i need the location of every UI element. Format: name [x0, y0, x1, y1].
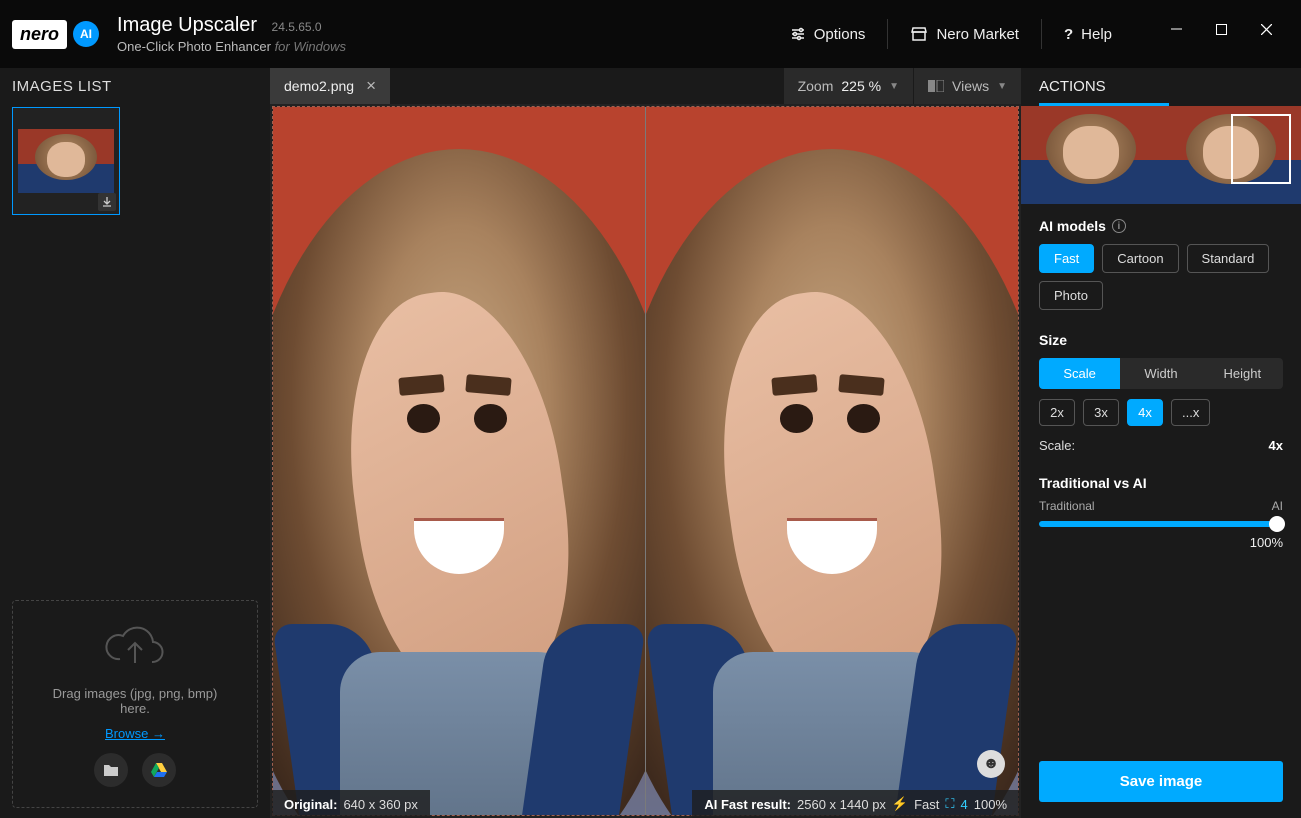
trad-right-label: AI — [1272, 499, 1283, 513]
app-subtitle: One-Click Photo Enhancer — [117, 39, 271, 54]
result-progress: 100% — [974, 797, 1007, 812]
zoom-label: Zoom — [798, 78, 834, 94]
scale-3x-button[interactable]: 3x — [1083, 399, 1119, 426]
result-scale: 4 — [961, 797, 968, 812]
scale-custom-button[interactable]: ...x — [1171, 399, 1210, 426]
dropzone-text-1: Drag images (jpg, png, bmp) — [23, 686, 247, 701]
nero-logo: nero — [12, 20, 67, 49]
maximize-icon — [1216, 24, 1227, 35]
tab-bar: demo2.png × Zoom 225 % ▼ Views ▼ — [270, 68, 1021, 104]
help-label: Help — [1081, 26, 1112, 43]
chevron-down-icon: ▼ — [997, 81, 1007, 92]
zoom-value: 225 % — [841, 78, 881, 94]
minimize-button[interactable] — [1154, 14, 1199, 44]
trad-value: 100% — [1039, 535, 1283, 550]
app-subtitle-suffix: for Windows — [275, 39, 346, 54]
result-info: AI Fast result: 2560 x 1440 px ⚡ Fast ⛶ … — [692, 790, 1019, 818]
close-button[interactable] — [1244, 14, 1289, 44]
model-photo-button[interactable]: Photo — [1039, 281, 1103, 310]
expand-icon: ⛶ — [945, 796, 954, 812]
trad-ai-slider[interactable] — [1039, 521, 1283, 527]
app-logo: nero AI — [12, 20, 99, 49]
size-tab-width[interactable]: Width — [1120, 358, 1201, 389]
ai-badge: AI — [73, 21, 99, 47]
ai-models-section: AI models i Fast Cartoon Standard Photo — [1039, 218, 1283, 310]
views-label: Views — [952, 78, 989, 94]
size-title: Size — [1039, 332, 1067, 348]
market-icon — [910, 26, 928, 42]
image-thumbnail[interactable] — [12, 107, 120, 215]
app-version: 24.5.65.0 — [272, 20, 322, 34]
traditional-vs-ai-section: Traditional vs AI Traditional AI 100% — [1039, 475, 1283, 550]
scale-4x-button[interactable]: 4x — [1127, 399, 1163, 426]
google-drive-button[interactable] — [142, 753, 176, 787]
model-standard-button[interactable]: Standard — [1187, 244, 1270, 273]
original-preview — [273, 107, 646, 815]
navigator-viewport[interactable] — [1231, 114, 1291, 184]
smiley-icon: ☻ — [983, 755, 1000, 773]
sliders-icon — [790, 26, 806, 42]
file-tab-label: demo2.png — [284, 78, 354, 94]
browse-link[interactable]: Browse → — [105, 726, 165, 741]
options-label: Options — [814, 26, 866, 43]
maximize-button[interactable] — [1199, 14, 1244, 44]
actions-title: ACTIONS — [1039, 78, 1283, 103]
scale-value: 4x — [1269, 438, 1283, 453]
zoom-control[interactable]: Zoom 225 % ▼ — [783, 68, 913, 104]
images-list-title: IMAGES LIST — [12, 78, 258, 95]
trad-left-label: Traditional — [1039, 499, 1095, 513]
navigator-preview[interactable] — [1021, 106, 1301, 204]
close-tab-button[interactable]: × — [366, 76, 376, 96]
dropzone[interactable]: Drag images (jpg, png, bmp) here. Browse… — [12, 600, 258, 808]
original-info: Original: 640 x 360 px — [272, 790, 430, 818]
slider-handle[interactable] — [1269, 516, 1285, 532]
size-tab-height[interactable]: Height — [1202, 358, 1283, 389]
help-button[interactable]: ? Help — [1042, 14, 1134, 54]
folder-picker-button[interactable] — [94, 753, 128, 787]
actions-panel: ACTIONS AI models i Fast Cartoon Standard… — [1021, 68, 1301, 818]
result-label: AI Fast result: — [704, 797, 791, 812]
dropzone-text-2: here. — [23, 701, 247, 716]
model-cartoon-button[interactable]: Cartoon — [1102, 244, 1178, 273]
chevron-down-icon: ▼ — [889, 81, 899, 92]
download-thumb-button[interactable] — [98, 193, 116, 211]
help-icon: ? — [1064, 26, 1073, 43]
titlebar: nero AI Image Upscaler 24.5.65.0 One-Cli… — [0, 0, 1301, 68]
app-title: Image Upscaler — [117, 14, 257, 37]
folder-icon — [103, 763, 119, 777]
info-icon[interactable]: i — [1112, 219, 1126, 233]
google-drive-icon — [151, 763, 167, 777]
scale-label: Scale: — [1039, 438, 1075, 453]
editor-area: demo2.png × Zoom 225 % ▼ Views ▼ — [270, 68, 1021, 818]
original-resolution: 640 x 360 px — [343, 797, 417, 812]
result-mode: Fast — [914, 797, 939, 812]
minimize-icon — [1171, 24, 1182, 35]
result-preview — [646, 107, 1018, 815]
model-fast-button[interactable]: Fast — [1039, 244, 1094, 273]
options-button[interactable]: Options — [768, 14, 888, 54]
size-section: Size Scale Width Height 2x 3x 4x ...x Sc… — [1039, 332, 1283, 453]
result-resolution: 2560 x 1440 px — [797, 797, 886, 812]
trad-title: Traditional vs AI — [1039, 475, 1147, 491]
bolt-icon: ⚡ — [892, 796, 908, 812]
size-tab-scale[interactable]: Scale — [1039, 358, 1120, 389]
split-view-icon — [928, 80, 944, 92]
save-image-button[interactable]: Save image — [1039, 761, 1283, 802]
original-label: Original: — [284, 797, 337, 812]
market-label: Nero Market — [936, 26, 1019, 43]
ai-models-title: AI models — [1039, 218, 1106, 234]
close-icon — [1261, 24, 1272, 35]
cloud-upload-icon — [100, 621, 170, 671]
scale-2x-button[interactable]: 2x — [1039, 399, 1075, 426]
images-list-panel: IMAGES LIST Drag images (jpg, png, bmp) … — [0, 68, 270, 818]
download-icon — [101, 196, 113, 208]
preview-canvas[interactable]: ☻ Original: 640 x 360 px AI Fast result:… — [270, 104, 1021, 818]
views-control[interactable]: Views ▼ — [913, 68, 1021, 104]
nero-market-button[interactable]: Nero Market — [888, 14, 1041, 54]
file-tab[interactable]: demo2.png × — [270, 68, 390, 104]
feedback-button[interactable]: ☻ — [977, 750, 1005, 778]
